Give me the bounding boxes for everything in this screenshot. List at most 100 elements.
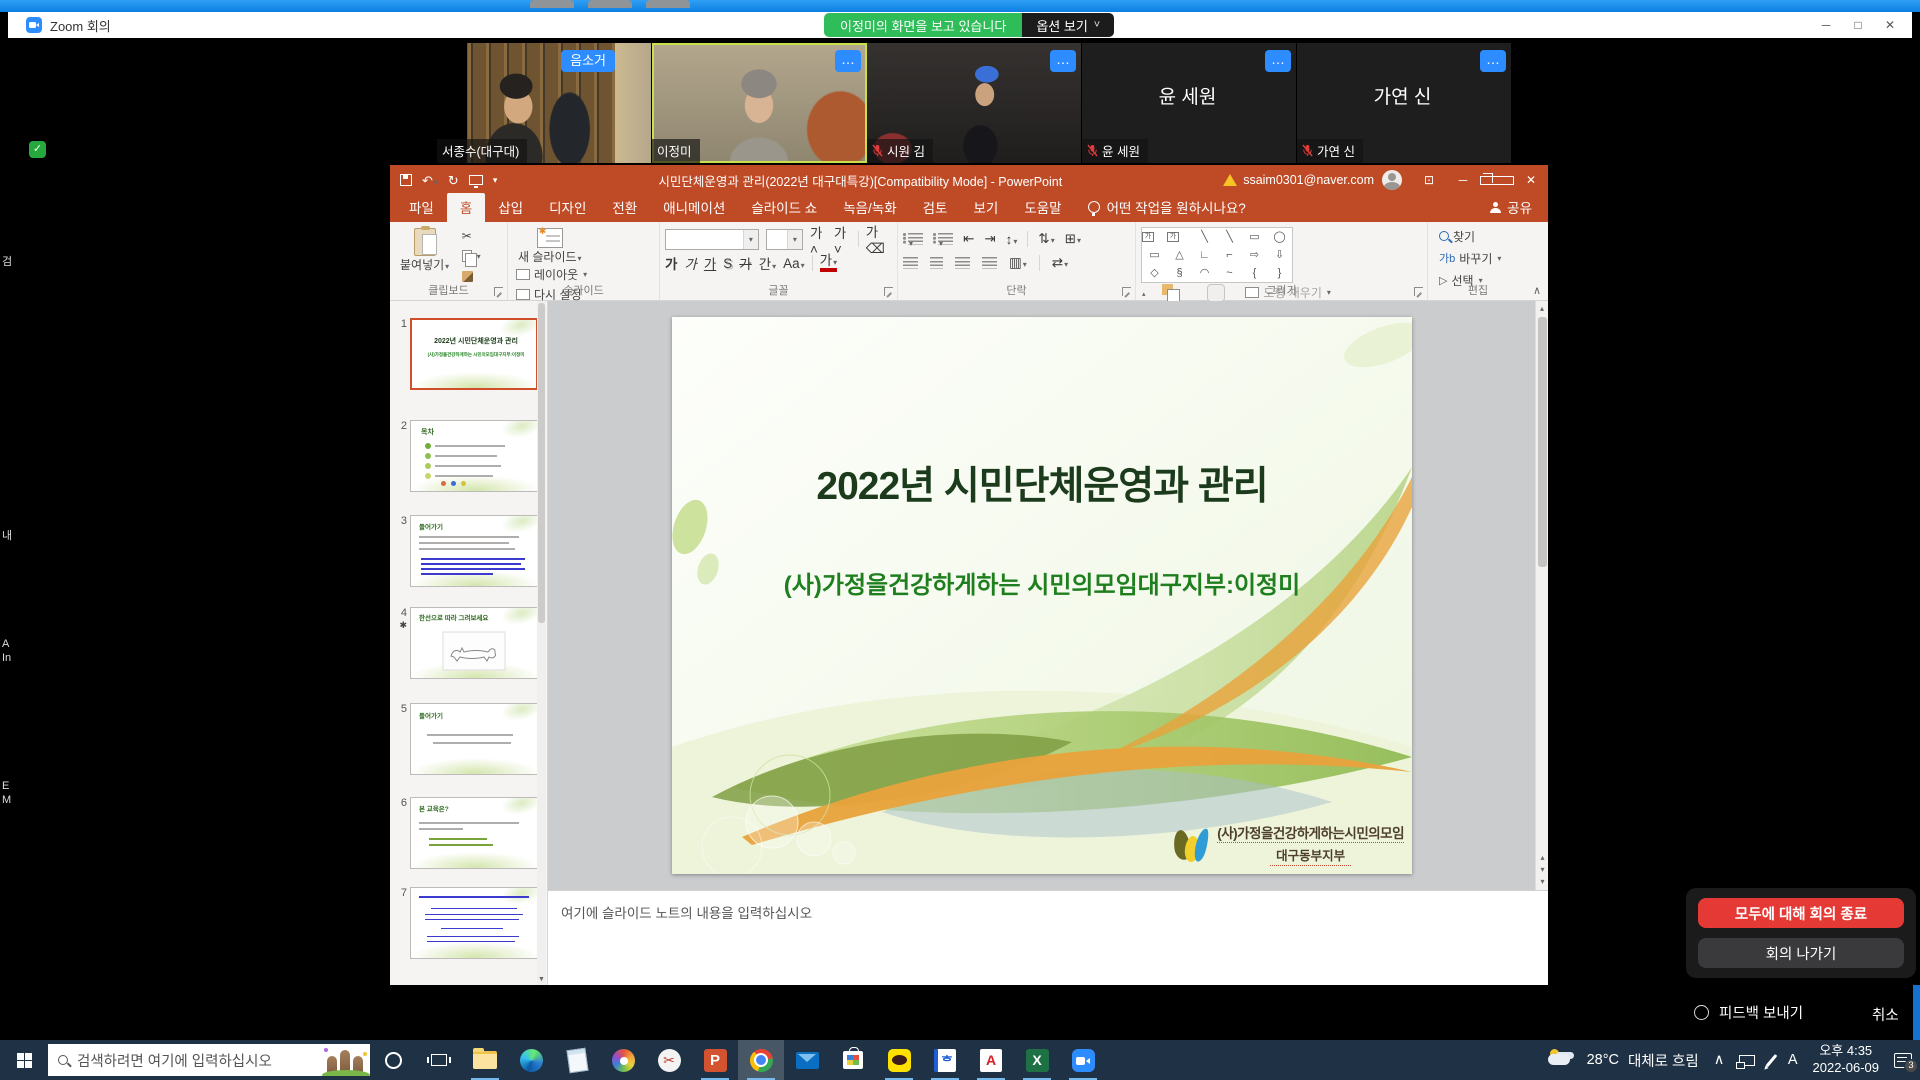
convert-smartart-button[interactable]: ⇄ <box>1052 255 1068 271</box>
copy-button[interactable] <box>462 247 481 265</box>
find-button[interactable]: 찾기 <box>1439 227 1501 245</box>
slide-thumbnail[interactable]: 1 2022년 시민단체운영과 관리 (사)가정을건강하게하는 시민의모임대구지… <box>390 318 538 390</box>
end-meeting-for-all-button[interactable]: 모두에 대해 회의 종료 <box>1698 898 1904 928</box>
notes-pane[interactable]: 여기에 슬라이드 노트의 내용을 입력하십시오 <box>548 890 1548 985</box>
vertical-text-box-icon[interactable]: 가 <box>1167 232 1179 242</box>
more-options-button[interactable]: … <box>1050 50 1076 72</box>
taskbar-file-explorer[interactable] <box>462 1040 508 1080</box>
text-direction-button[interactable]: ⇅ <box>1038 231 1054 247</box>
shape-curve-icon[interactable]: ~ <box>1217 268 1242 279</box>
numbering-button[interactable] <box>938 233 953 245</box>
cancel-button[interactable]: 취소 <box>1872 1004 1899 1025</box>
start-button[interactable] <box>0 1040 48 1080</box>
increase-indent-button[interactable]: ⇥ <box>984 231 995 247</box>
clear-formatting-button[interactable]: 가⌫ <box>866 221 892 257</box>
shape-triangle-icon[interactable]: △ <box>1167 250 1192 261</box>
taskbar-hwp[interactable]: ᄒ <box>922 1040 968 1080</box>
minimize-button[interactable]: ─ <box>1810 12 1842 38</box>
shape-rounded-rect-icon[interactable]: ▭ <box>1142 250 1167 261</box>
taskbar-snipping-tool[interactable]: ✂ <box>646 1040 692 1080</box>
tell-me-search[interactable]: 어떤 작업을 원하시나요? <box>1075 193 1259 222</box>
underline-button[interactable]: 가 <box>704 253 716 273</box>
paste-button[interactable]: 붙여넣기 <box>395 227 454 274</box>
more-options-button[interactable]: … <box>1265 50 1291 72</box>
slide-thumbnail[interactable]: 5 들어가기 <box>390 703 538 775</box>
font-dialog-launcher[interactable] <box>884 287 893 296</box>
strikethrough-button[interactable]: 가 <box>739 253 751 273</box>
align-left-button[interactable] <box>903 257 918 269</box>
slide-thumbnail[interactable]: 2 목차 <box>390 420 538 492</box>
ppt-close-button[interactable]: ✕ <box>1514 165 1548 195</box>
text-shadow-button[interactable]: S <box>723 256 732 271</box>
grow-font-button[interactable]: 가˄ <box>810 222 827 257</box>
columns-button[interactable]: ▥ <box>1009 255 1027 271</box>
tab-design[interactable]: 디자인 <box>536 193 599 222</box>
font-size-select[interactable]: ▾ <box>766 229 803 250</box>
shape-line-icon[interactable]: ╲ <box>1192 232 1217 243</box>
cut-button[interactable]: ✂ <box>462 227 481 245</box>
paragraph-dialog-launcher[interactable] <box>1122 287 1131 296</box>
tab-insert[interactable]: 삽입 <box>485 193 536 222</box>
slide-thumbnail[interactable]: 7 <box>390 887 538 959</box>
account-email[interactable]: ssaim0301@naver.com <box>1243 173 1374 187</box>
line-spacing-button[interactable]: ↕ <box>1006 232 1018 247</box>
tab-help[interactable]: 도움말 <box>1011 193 1074 222</box>
tab-record[interactable]: 녹음/녹화 <box>830 193 909 222</box>
taskbar-search-input[interactable]: 검색하려면 여기에 입력하십시오 <box>48 1044 370 1076</box>
text-box-icon[interactable]: 가 <box>1142 232 1154 242</box>
ribbon-display-options-button[interactable]: ⊡ <box>1412 165 1446 195</box>
shape-diamond-icon[interactable]: ◇ <box>1142 268 1167 279</box>
participant-tile[interactable]: 음소거 … 서종수(대구대) <box>437 43 652 163</box>
shrink-font-button[interactable]: 가˅ <box>834 222 851 257</box>
decrease-indent-button[interactable]: ⇤ <box>963 231 974 247</box>
align-center-button[interactable] <box>930 257 943 269</box>
task-view-button[interactable] <box>416 1040 462 1080</box>
save-icon[interactable] <box>400 174 412 186</box>
taskbar-mail[interactable] <box>784 1040 830 1080</box>
font-color-button[interactable]: 가 <box>820 254 837 272</box>
tab-slideshow[interactable]: 슬라이드 쇼 <box>738 193 830 222</box>
replace-button[interactable]: 가b바꾸기 <box>1439 249 1501 267</box>
participant-tile[interactable]: … 시원 김 <box>867 43 1082 163</box>
tab-file[interactable]: 파일 <box>396 193 447 222</box>
pen-icon[interactable] <box>1766 1053 1778 1066</box>
network-icon[interactable] <box>1739 1055 1755 1066</box>
taskbar-excel[interactable]: X <box>1014 1040 1060 1080</box>
change-case-button[interactable]: Aa <box>783 256 805 271</box>
character-spacing-button[interactable]: 간 <box>759 253 776 273</box>
slide-title[interactable]: 2022년 시민단체운영과 관리 <box>672 455 1412 511</box>
participant-tile[interactable]: … 가연 신 가연 신 <box>1297 43 1512 163</box>
share-button[interactable]: 공유 <box>1474 193 1548 222</box>
shape-rect-icon[interactable]: ▭ <box>1242 232 1267 243</box>
shape-arc-icon[interactable]: ◠ <box>1192 268 1217 279</box>
drawing-dialog-launcher[interactable] <box>1414 287 1423 296</box>
tab-view[interactable]: 보기 <box>960 193 1011 222</box>
tab-home[interactable]: 홈 <box>447 193 485 222</box>
taskbar-edge[interactable] <box>508 1040 554 1080</box>
tab-animations[interactable]: 애니메이션 <box>650 193 738 222</box>
shape-down-arrow-icon[interactable]: ⇩ <box>1267 250 1292 261</box>
account-avatar[interactable] <box>1382 170 1402 190</box>
more-options-button[interactable]: … <box>1480 50 1506 72</box>
shape-oval-icon[interactable]: ◯ <box>1267 232 1292 243</box>
taskbar-clock[interactable]: 오후 4:35 2022-06-09 <box>1813 1043 1880 1077</box>
hidden-icons-chevron[interactable]: ∧ <box>1714 1052 1725 1068</box>
bullets-button[interactable] <box>908 233 923 245</box>
slide-thumbnail[interactable]: 6 본 교육은? <box>390 797 538 869</box>
align-right-button[interactable] <box>955 257 970 269</box>
collapse-ribbon-button[interactable]: ∧ <box>1533 284 1541 297</box>
slide-canvas[interactable]: 2022년 시민단체운영과 관리 (사)가정을건강하게하는 시민의모임대구지부:… <box>672 317 1412 874</box>
redo-icon[interactable]: ↻ <box>448 174 459 187</box>
leave-meeting-button[interactable]: 회의 나가기 <box>1698 938 1904 968</box>
slide-subtitle[interactable]: (사)가정을건강하게하는 시민의모임대구지부:이정미 <box>672 565 1412 600</box>
ppt-minimize-button[interactable]: ─ <box>1446 165 1480 195</box>
maximize-button[interactable]: □ <box>1842 12 1874 38</box>
slide-thumbnail[interactable]: 3 들어가기 <box>390 515 538 587</box>
taskbar-powerpoint[interactable]: P <box>692 1040 738 1080</box>
shape-brace-right-icon[interactable]: } <box>1267 268 1292 279</box>
taskbar-store[interactable] <box>830 1040 876 1080</box>
participant-tile[interactable]: … 이정미 <box>652 43 867 163</box>
unmute-button[interactable]: 음소거 <box>561 50 615 72</box>
slide-thumbnail[interactable]: 4✱ 한선으로 따라 그려보세요 <box>390 607 538 679</box>
slide-scrollbar[interactable]: ▴ ▴▾▾ <box>1535 301 1548 890</box>
